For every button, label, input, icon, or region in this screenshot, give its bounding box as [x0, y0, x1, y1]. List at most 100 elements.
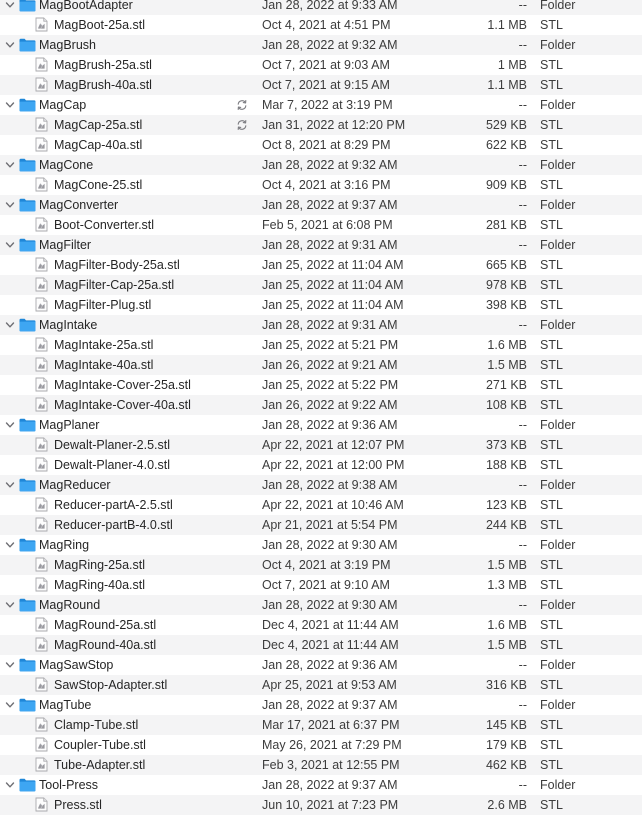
file-row[interactable]: Press.stl Jun 10, 2021 at 7:23 PM 2.6 MB ST… [0, 795, 642, 815]
file-row[interactable]: MagCone-25.stl Oct 4, 2021 at 3:16 PM 909 … [0, 175, 642, 195]
item-name: MagIntake-Cover-40a.stl [54, 398, 191, 412]
folder-row[interactable]: MagReducer Jan 28, 2022 at 9:38 AM -- Folde… [0, 475, 642, 495]
item-kind: Folder [540, 598, 576, 612]
item-name: Reducer-partA-2.5.stl [54, 498, 173, 512]
file-row[interactable]: MagBrush-25a.stl Oct 7, 2021 at 9:03 AM 1 … [0, 55, 642, 75]
chevron-down-icon[interactable] [5, 420, 15, 430]
item-kind: Folder [540, 0, 576, 12]
file-row[interactable]: Coupler-Tube.stl May 26, 2021 at 7:29 PM 1… [0, 735, 642, 755]
file-row[interactable]: SawStop-Adapter.stl Apr 25, 2021 at 9:53 … [0, 675, 642, 695]
item-name: MagCone-25.stl [54, 178, 143, 192]
item-size: -- [518, 158, 527, 172]
file-row[interactable]: Clamp-Tube.stl Mar 17, 2021 at 6:37 PM 145… [0, 715, 642, 735]
folder-row[interactable]: MagSawStop Jan 28, 2022 at 9:36 AM -- Folde… [0, 655, 642, 675]
item-kind: STL [540, 398, 563, 412]
item-size: 622 KB [485, 138, 527, 152]
sync-icon [237, 100, 247, 110]
folder-row[interactable]: MagRound Jan 28, 2022 at 9:30 AM -- Folder [0, 595, 642, 615]
chevron-down-icon[interactable] [5, 700, 15, 710]
item-kind: STL [540, 118, 563, 132]
folder-row[interactable]: MagBootAdapter Jan 28, 2022 at 9:33 AM -- F… [0, 0, 642, 15]
file-row[interactable]: Reducer-partB-4.0.stl Apr 21, 2021 at 5:5… [0, 515, 642, 535]
item-size: 271 KB [485, 378, 527, 392]
folder-icon [19, 38, 36, 52]
stl-file-icon [35, 517, 48, 532]
chevron-down-icon[interactable] [5, 160, 15, 170]
item-name: MagBrush-40a.stl [54, 78, 152, 92]
date-modified: Jan 28, 2022 at 9:37 AM [262, 778, 398, 792]
chevron-down-icon[interactable] [5, 600, 15, 610]
folder-icon [19, 0, 36, 12]
file-row[interactable]: MagCap-40a.stl Oct 8, 2021 at 8:29 PM 622 … [0, 135, 642, 155]
file-row[interactable]: MagIntake-Cover-40a.stl Jan 26, 2022 at 9… [0, 395, 642, 415]
date-modified: Jan 28, 2022 at 9:37 AM [262, 198, 398, 212]
date-modified: Jan 25, 2022 at 11:04 AM [262, 298, 404, 312]
chevron-down-icon[interactable] [5, 780, 15, 790]
item-kind: STL [540, 78, 563, 92]
item-kind: STL [540, 618, 563, 632]
file-row[interactable]: MagFilter-Plug.stl Jan 25, 2022 at 11:04 … [0, 295, 642, 315]
item-name: MagBrush-25a.stl [54, 58, 152, 72]
file-row[interactable]: Dewalt-Planer-4.0.stl Apr 22, 2021 at 12:… [0, 455, 642, 475]
folder-row[interactable]: MagBrush Jan 28, 2022 at 9:32 AM -- Folder [0, 35, 642, 55]
date-modified: Jan 25, 2022 at 5:22 PM [262, 378, 399, 392]
file-row[interactable]: MagRing-25a.stl Oct 4, 2021 at 3:19 PM 1.5… [0, 555, 642, 575]
chevron-down-icon[interactable] [5, 660, 15, 670]
file-row[interactable]: Reducer-partA-2.5.stl Apr 22, 2021 at 10:… [0, 495, 642, 515]
file-row[interactable]: MagIntake-25a.stl Jan 25, 2022 at 5:21 PM… [0, 335, 642, 355]
file-row[interactable]: MagRound-40a.stl Dec 4, 2021 at 11:44 AM 1… [0, 635, 642, 655]
item-size: 316 KB [485, 678, 527, 692]
folder-row[interactable]: Tool-Press Jan 28, 2022 at 9:37 AM -- Folde… [0, 775, 642, 795]
file-row[interactable]: MagIntake-Cover-25a.stl Jan 25, 2022 at 5… [0, 375, 642, 395]
item-name: MagCap [39, 98, 87, 112]
item-size: -- [518, 198, 527, 212]
date-modified: Oct 8, 2021 at 8:29 PM [262, 138, 391, 152]
item-size: 978 KB [485, 278, 527, 292]
chevron-down-icon[interactable] [5, 480, 15, 490]
stl-file-icon [35, 217, 48, 232]
folder-row[interactable]: MagConverter Jan 28, 2022 at 9:37 AM -- Fol… [0, 195, 642, 215]
item-name: MagBoot-25a.stl [54, 18, 146, 32]
stl-file-icon [35, 277, 48, 292]
folder-row[interactable]: MagRing Jan 28, 2022 at 9:30 AM -- Folder [0, 535, 642, 555]
file-row[interactable]: MagIntake-40a.stl Jan 26, 2022 at 9:21 AM… [0, 355, 642, 375]
stl-file-icon [35, 337, 48, 352]
file-row[interactable]: MagFilter-Body-25a.stl Jan 25, 2022 at 11… [0, 255, 642, 275]
date-modified: Jan 25, 2022 at 5:21 PM [262, 338, 399, 352]
item-size: -- [518, 478, 527, 492]
item-kind: Folder [540, 538, 576, 552]
folder-row[interactable]: MagIntake Jan 28, 2022 at 9:31 AM -- Folder [0, 315, 642, 335]
item-name: MagRound-25a.stl [54, 618, 157, 632]
item-size: -- [518, 318, 527, 332]
file-row[interactable]: MagBoot-25a.stl Oct 4, 2021 at 4:51 PM 1.1… [0, 15, 642, 35]
file-row[interactable]: MagRound-25a.stl Dec 4, 2021 at 11:44 AM 1… [0, 615, 642, 635]
file-row[interactable]: Dewalt-Planer-2.5.stl Apr 22, 2021 at 12:… [0, 435, 642, 455]
folder-row[interactable]: MagTube Jan 28, 2022 at 9:37 AM -- Folder [0, 695, 642, 715]
folder-icon [19, 778, 36, 792]
item-size: 462 KB [485, 758, 527, 772]
chevron-down-icon[interactable] [5, 200, 15, 210]
chevron-down-icon[interactable] [5, 320, 15, 330]
item-size: 1.5 MB [487, 638, 527, 652]
folder-row[interactable]: MagPlaner Jan 28, 2022 at 9:36 AM -- Folder [0, 415, 642, 435]
folder-row[interactable]: MagFilter Jan 28, 2022 at 9:31 AM -- Folder [0, 235, 642, 255]
date-modified: Jan 28, 2022 at 9:38 AM [262, 478, 398, 492]
chevron-down-icon[interactable] [5, 540, 15, 550]
folder-row[interactable]: MagCap Mar 7, 2022 at 3:19 PM -- Folder [0, 95, 642, 115]
chevron-down-icon[interactable] [5, 40, 15, 50]
file-row[interactable]: Boot-Converter.stl Feb 5, 2021 at 6:08 PM… [0, 215, 642, 235]
date-modified: Jan 28, 2022 at 9:31 AM [262, 318, 398, 332]
file-row[interactable]: Tube-Adapter.stl Feb 3, 2021 at 12:55 PM 4… [0, 755, 642, 775]
file-row[interactable]: MagBrush-40a.stl Oct 7, 2021 at 9:15 AM 1.… [0, 75, 642, 95]
item-name: MagRound-40a.stl [54, 638, 157, 652]
chevron-down-icon[interactable] [5, 240, 15, 250]
file-row[interactable]: MagCap-25a.stl Jan 31, 2022 at 12:20 PM 52… [0, 115, 642, 135]
folder-row[interactable]: MagCone Jan 28, 2022 at 9:32 AM -- Folder [0, 155, 642, 175]
chevron-down-icon[interactable] [5, 100, 15, 110]
file-row[interactable]: MagRing-40a.stl Oct 7, 2021 at 9:10 AM 1.3… [0, 575, 642, 595]
item-size: 909 KB [485, 178, 527, 192]
chevron-down-icon[interactable] [5, 0, 15, 10]
item-kind: STL [540, 58, 563, 72]
folder-icon [19, 198, 36, 212]
file-row[interactable]: MagFilter-Cap-25a.stl Jan 25, 2022 at 11:… [0, 275, 642, 295]
